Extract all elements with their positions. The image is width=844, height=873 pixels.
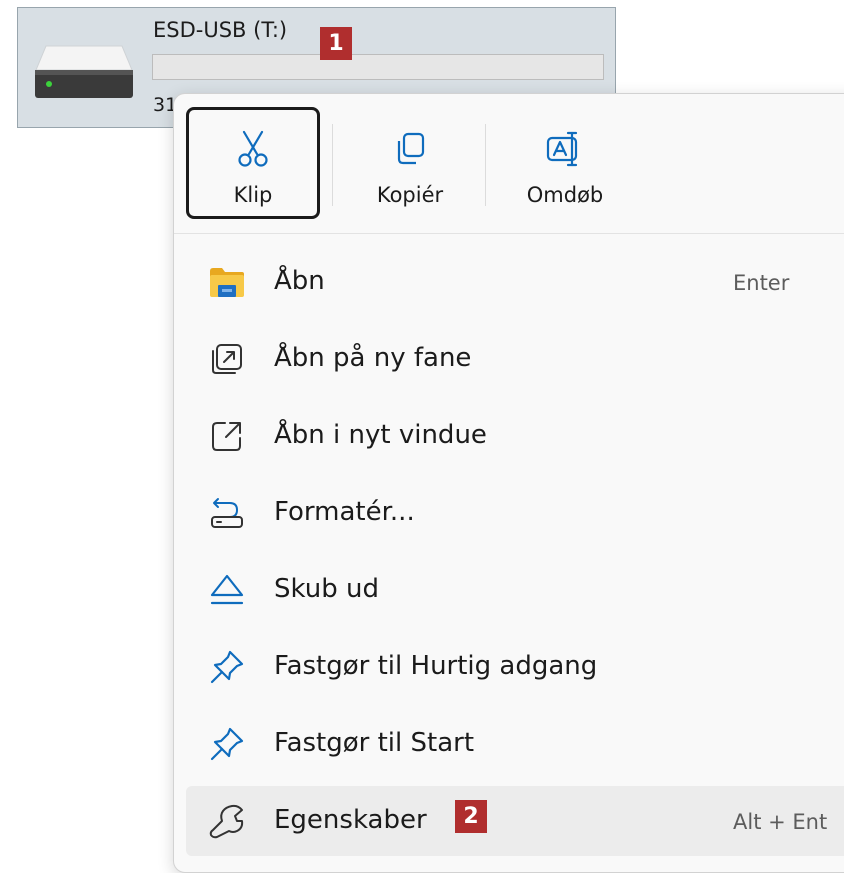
menu-item-open-new-tab[interactable]: Åbn på ny fane	[186, 324, 844, 394]
context-menu: Klip Kopiér Omdøb Åbn Enter Åbn på ny fa…	[173, 93, 844, 873]
pin-icon	[210, 727, 244, 761]
quick-action-separator	[332, 124, 333, 206]
copy-icon	[397, 132, 425, 165]
rename-label: Omdøb	[526, 183, 604, 207]
drive-usage-bar	[152, 54, 604, 80]
pin-icon	[210, 650, 244, 684]
menu-item-open-new-window[interactable]: Åbn i nyt vindue	[186, 401, 844, 471]
quick-action-separator	[485, 124, 486, 206]
menu-item-shortcut: Enter	[733, 271, 790, 295]
format-icon	[211, 498, 243, 528]
callout-badge-2: 2	[455, 800, 487, 833]
menu-item-label: Åbn i nyt vindue	[274, 420, 487, 450]
menu-item-label: Formatér...	[274, 497, 415, 527]
open-new-tab-icon	[212, 344, 242, 374]
copy-label: Kopiér	[376, 183, 444, 207]
folder-icon	[210, 268, 244, 297]
open-new-window-icon	[212, 422, 241, 451]
copy-button[interactable]: Kopiér	[346, 107, 474, 219]
menu-item-label: Åbn	[274, 266, 325, 296]
menu-item-open[interactable]: Åbn Enter	[186, 247, 844, 317]
menu-item-shortcut: Alt + Ent	[733, 810, 828, 834]
menu-item-label: Åbn på ny fane	[274, 343, 472, 373]
menu-item-label: Fastgør til Start	[274, 728, 475, 758]
rename-icon	[546, 131, 578, 167]
menu-item-label: Fastgør til Hurtig adgang	[274, 651, 598, 681]
menu-item-pin-quick-access[interactable]: Fastgør til Hurtig adgang	[186, 632, 844, 702]
drive-name: ESD-USB (T:)	[153, 18, 288, 42]
cut-button[interactable]: Klip	[186, 107, 320, 219]
menu-item-label: Egenskaber	[274, 805, 427, 835]
rename-button[interactable]: Omdøb	[492, 107, 638, 219]
menu-item-eject[interactable]: Skub ud	[186, 555, 844, 625]
menu-divider	[174, 233, 844, 234]
scissors-icon	[238, 130, 268, 167]
usb-drive-icon	[35, 45, 133, 98]
cut-label: Klip	[233, 183, 273, 207]
menu-item-format[interactable]: Formatér...	[186, 478, 844, 548]
menu-item-label: Skub ud	[274, 574, 379, 604]
callout-badge-1: 1	[320, 27, 352, 60]
wrench-icon	[209, 804, 244, 839]
quick-actions-bar: Klip Kopiér Omdøb	[174, 94, 844, 233]
menu-item-properties[interactable]: Egenskaber Alt + Ent	[186, 786, 844, 856]
eject-icon	[210, 574, 244, 605]
menu-item-pin-start[interactable]: Fastgør til Start	[186, 709, 844, 779]
